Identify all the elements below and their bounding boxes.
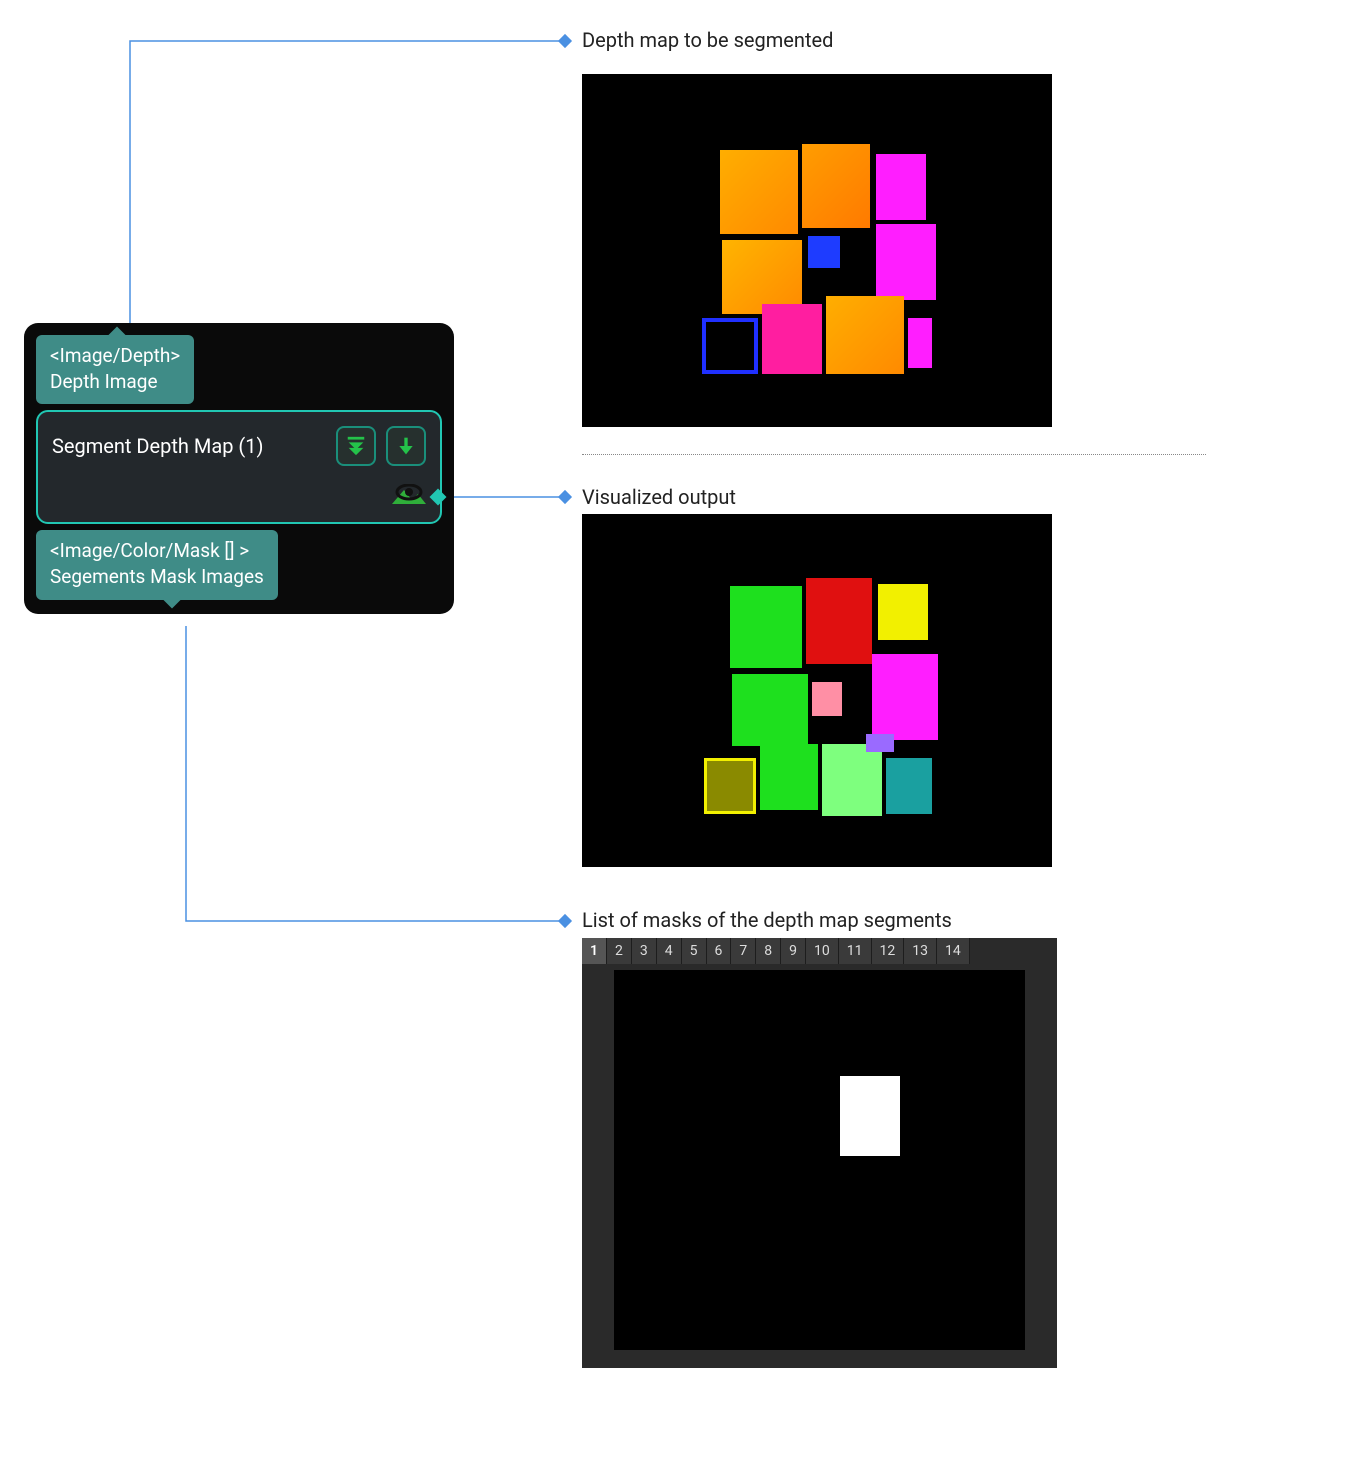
mask-tab[interactable]: 1 [582,938,607,964]
node-title: Segment Depth Map (1) [52,434,326,458]
output-port-name: Segements Mask Images [50,564,264,590]
visualize-icon[interactable] [392,484,426,510]
input-port-name: Depth Image [50,369,180,395]
mask-tab[interactable]: 12 [872,938,905,964]
mask-tab[interactable]: 7 [731,938,756,964]
section-divider [582,454,1206,455]
step-one-icon[interactable] [386,426,426,466]
node-body: Segment Depth Map (1) [36,410,442,524]
mask-list-panel: 1234567891011121314 [582,938,1057,1368]
visualize-connector [430,489,447,506]
callout-vis-title: Visualized output [582,485,736,509]
input-port-type: <Image/Depth> [50,343,180,369]
mask-tab[interactable]: 10 [806,938,839,964]
mask-tab[interactable]: 5 [682,938,707,964]
visualized-output-preview [582,514,1052,867]
input-port[interactable]: <Image/Depth> Depth Image [36,335,194,404]
mask-segment-shape [840,1076,900,1156]
mask-tab-strip: 1234567891011121314 [582,938,1057,964]
mask-tab[interactable]: 13 [904,938,937,964]
segment-depth-node[interactable]: <Image/Depth> Depth Image Segment Depth … [24,323,454,614]
step-all-icon[interactable] [336,426,376,466]
mask-tab[interactable]: 3 [632,938,657,964]
output-port[interactable]: <Image/Color/Mask [] > Segements Mask Im… [36,530,278,599]
mask-tab[interactable]: 2 [607,938,632,964]
mask-tab[interactable]: 14 [937,938,970,964]
mask-tab[interactable]: 6 [707,938,732,964]
callout-depth-title: Depth map to be segmented [582,28,833,52]
output-port-type: <Image/Color/Mask [] > [50,538,264,564]
mask-tab[interactable]: 9 [781,938,806,964]
diagram-canvas: Depth map to be segmented Visualized out… [0,0,1357,1463]
mask-tab[interactable]: 4 [657,938,682,964]
callout-masks-title: List of masks of the depth map segments [582,908,952,932]
mask-preview [614,970,1025,1350]
mask-tab[interactable]: 8 [756,938,781,964]
mask-tab[interactable]: 11 [839,938,872,964]
depth-map-preview [582,74,1052,427]
